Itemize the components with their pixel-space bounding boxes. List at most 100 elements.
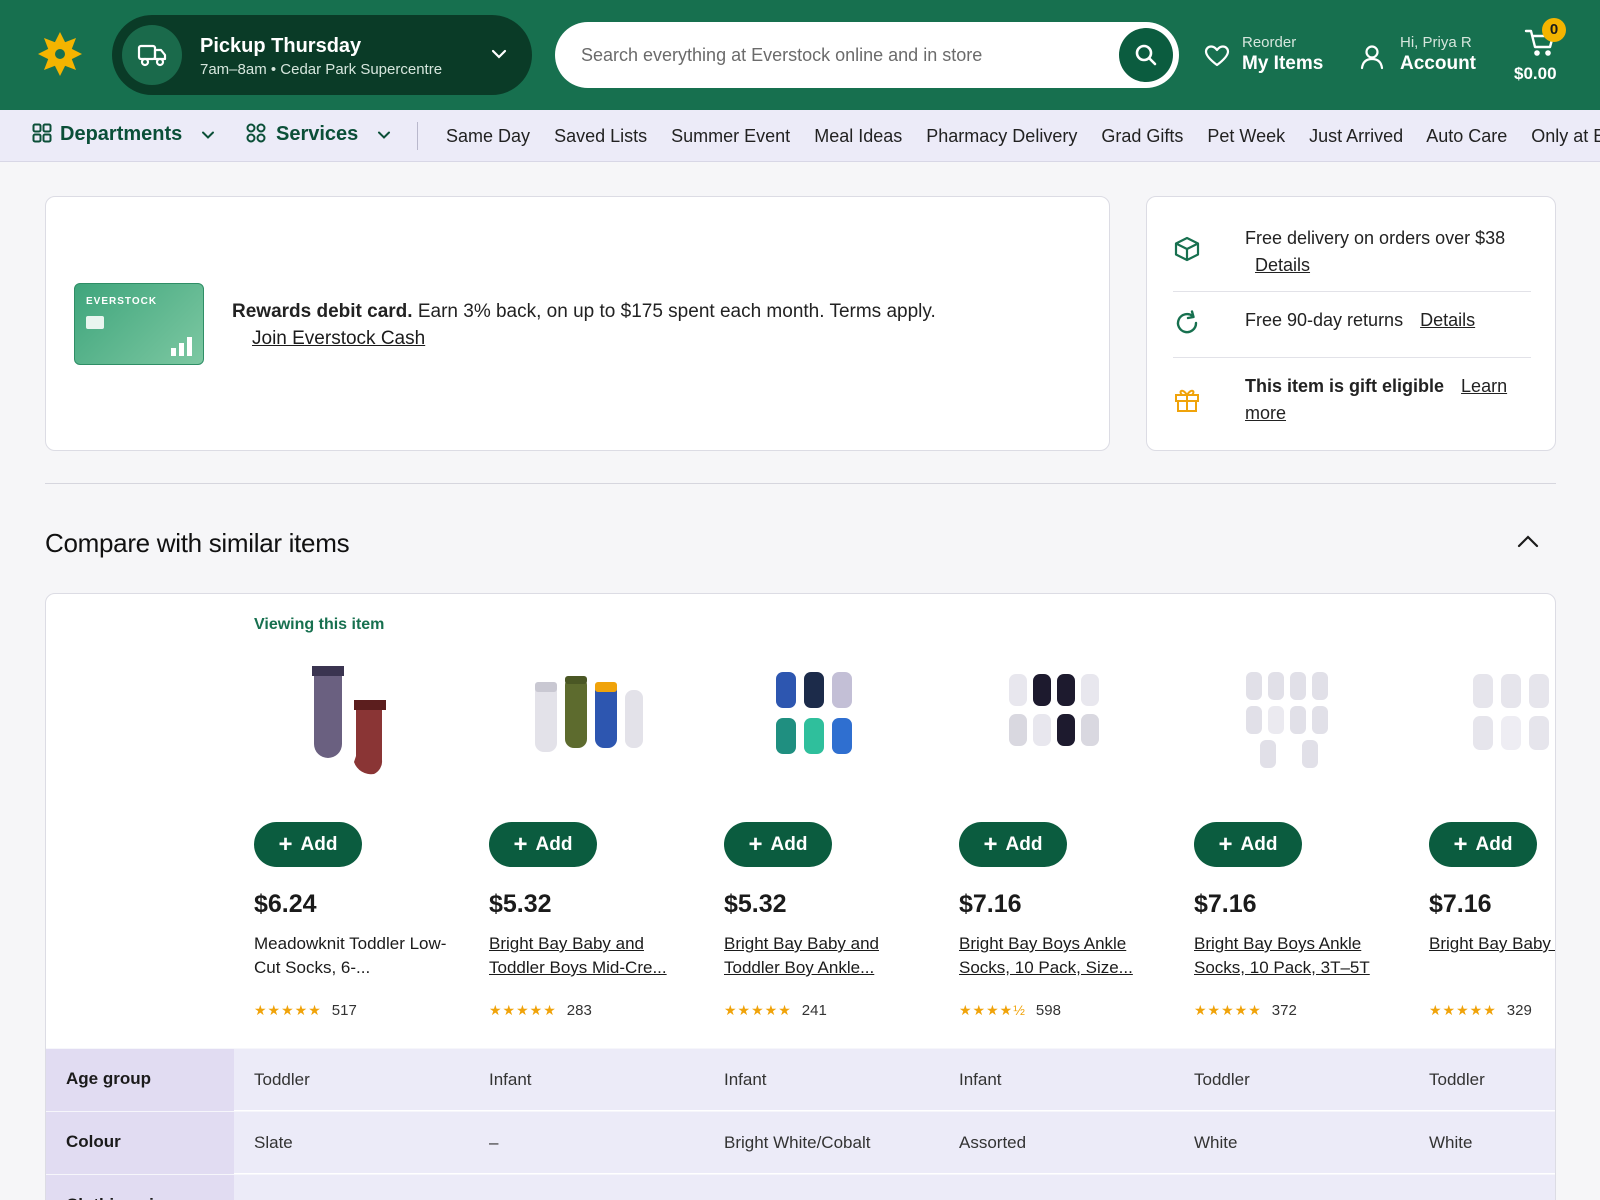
- product-image[interactable]: [1194, 654, 1394, 794]
- benefits-panel: Free delivery on orders over $38 Details…: [1146, 196, 1556, 451]
- returns-details-link[interactable]: Details: [1420, 310, 1475, 330]
- product-image[interactable]: [489, 654, 689, 794]
- product-name-link[interactable]: Bright Bay Boys Ankle Socks, 10 Pack, Si…: [959, 932, 1157, 980]
- product-name-link[interactable]: Bright Bay Baby and Toddler Boys Mid-Cre…: [489, 932, 687, 980]
- spec-value: Infant: [724, 1070, 767, 1089]
- chevron-up-icon[interactable]: [1516, 530, 1540, 554]
- review-count: 598: [1035, 1002, 1061, 1019]
- spec-value: –: [489, 1133, 499, 1152]
- pickup-title: Pickup Thursday: [200, 35, 362, 57]
- review-count: 517: [331, 1002, 357, 1019]
- add-to-cart-button[interactable]: + Add: [1429, 822, 1537, 867]
- product-price: $7.16: [959, 890, 1022, 918]
- spec-value: White: [1194, 1133, 1238, 1152]
- product-name[interactable]: Meadowknit Toddler Low-Cut Socks, 6-...: [254, 932, 452, 980]
- spec-row-age-group: Age group Toddler Infant Infant Infant T…: [46, 1048, 1555, 1111]
- nav-link-pet-week[interactable]: Pet Week: [1207, 126, 1285, 146]
- review-count: 372: [1271, 1002, 1297, 1019]
- add-label: Add: [300, 833, 338, 855]
- product-rating: ★★★★★ 241: [724, 1002, 827, 1019]
- account-label: Account: [1400, 53, 1476, 74]
- cart-count-badge: 0: [1542, 18, 1566, 42]
- nav-link-summer-event[interactable]: Summer Event: [671, 126, 790, 146]
- user-icon: [1360, 45, 1384, 70]
- rewards-banner: EVERSTOCK Rewards debit card. Earn 3% ba…: [45, 196, 1110, 451]
- nav-link-just-arrived[interactable]: Just Arrived: [1309, 126, 1403, 146]
- product-name-link[interactable]: Bright Bay Boys Ankle Socks, 10 Pack, 3T…: [1194, 932, 1392, 980]
- learn-more-link[interactable]: Learn: [1461, 376, 1507, 396]
- nav-link-same-day[interactable]: Same Day: [446, 126, 530, 146]
- spec-value: Infant: [959, 1070, 1002, 1089]
- divider: [1173, 357, 1531, 358]
- gift-eligible-row: This item is gift eligible Learn more: [1173, 373, 1533, 433]
- plus-icon: +: [983, 830, 998, 858]
- spec-label: Clothing size: [46, 1175, 234, 1200]
- spec-value: Bright White/Cobalt: [724, 1133, 871, 1152]
- add-to-cart-button[interactable]: + Add: [724, 822, 832, 867]
- grid-icon: [32, 123, 52, 143]
- free-delivery-row: Free delivery on orders over $38 Details: [1173, 225, 1533, 285]
- cart-total: $0.00: [1514, 64, 1557, 83]
- pickup-selector[interactable]: Pickup Thursday 7am–8am • Cedar Park Sup…: [112, 15, 532, 95]
- spec-value: Assorted: [959, 1133, 1027, 1152]
- learn-more-link-cont[interactable]: more: [1245, 403, 1286, 423]
- spec-value: Toddler: [1429, 1070, 1485, 1089]
- nav-link-saved-lists[interactable]: Saved Lists: [554, 126, 647, 146]
- free-returns-text: Free 90-day returns: [1245, 310, 1404, 330]
- join-cash-link[interactable]: Join Everstock Cash: [252, 328, 425, 350]
- product-image[interactable]: [1429, 654, 1556, 794]
- plus-icon: +: [278, 830, 293, 858]
- add-to-cart-button[interactable]: + Add: [1194, 822, 1302, 867]
- search-bar: [555, 22, 1179, 88]
- spec-value: White: [1429, 1133, 1473, 1152]
- reorder-my-items-link[interactable]: Reorder My Items: [1204, 34, 1323, 75]
- delivery-details-link[interactable]: Details: [1255, 255, 1310, 275]
- add-label: Add: [770, 833, 808, 855]
- star-rating-icon: ★★★★★: [489, 1002, 557, 1018]
- search-input[interactable]: [581, 34, 1101, 76]
- add-to-cart-button[interactable]: + Add: [489, 822, 597, 867]
- nav-link-meal-ideas[interactable]: Meal Ideas: [814, 126, 902, 146]
- nav-link-auto-care[interactable]: Auto Care: [1426, 126, 1507, 146]
- free-delivery-text-wrap: Free delivery on orders over $38 Details: [1245, 225, 1545, 279]
- product-price: $6.24: [254, 890, 317, 918]
- star-rating-icon: ★★★★★: [724, 1002, 792, 1018]
- cart-button[interactable]: 0 $0.00: [1508, 18, 1572, 92]
- my-items-label: My Items: [1242, 53, 1324, 74]
- plus-icon: +: [748, 830, 763, 858]
- product-image[interactable]: [254, 654, 454, 794]
- add-to-cart-button[interactable]: + Add: [959, 822, 1067, 867]
- departments-dropdown[interactable]: Departments: [32, 123, 216, 146]
- free-delivery-text: Free delivery on orders over $38: [1245, 228, 1506, 248]
- everstock-logo-icon[interactable]: [36, 30, 84, 78]
- chevron-down-icon: [491, 49, 507, 59]
- product-name-link[interactable]: Bright Bay Baby Toddler Crew So: [1429, 932, 1555, 956]
- add-label: Add: [1475, 833, 1513, 855]
- account-link[interactable]: Hi, Priya R Account: [1360, 34, 1476, 75]
- product-rating: ★★★★★ 329: [1429, 1002, 1532, 1019]
- product-image[interactable]: [959, 654, 1159, 794]
- box-icon: [1174, 236, 1200, 262]
- search-icon: [1135, 44, 1157, 66]
- services-dropdown[interactable]: Services: [246, 123, 392, 146]
- gift-text-wrap: This item is gift eligible Learn more: [1245, 373, 1545, 427]
- spec-value: Slate: [254, 1133, 293, 1152]
- nav-link-only-at-everstock[interactable]: Only at Everst: [1531, 126, 1600, 146]
- add-label: Add: [1005, 833, 1043, 855]
- review-count: 283: [566, 1002, 592, 1019]
- nav-link-grad-gifts[interactable]: Grad Gifts: [1101, 126, 1183, 146]
- product-name-link[interactable]: Bright Bay Baby and Toddler Boy Ankle...: [724, 932, 922, 980]
- product-price: $7.16: [1429, 890, 1492, 918]
- plus-icon: +: [1218, 830, 1233, 858]
- nav-link-pharmacy-delivery[interactable]: Pharmacy Delivery: [926, 126, 1077, 146]
- search-button[interactable]: [1119, 28, 1173, 82]
- plus-icon: +: [1453, 830, 1468, 858]
- nav-divider: [417, 122, 418, 150]
- spec-value: Toddler: [254, 1070, 310, 1089]
- product-price: $5.32: [489, 890, 552, 918]
- add-to-cart-button[interactable]: + Add: [254, 822, 362, 867]
- product-image[interactable]: [724, 654, 924, 794]
- card-brand: EVERSTOCK: [86, 296, 158, 307]
- add-label: Add: [535, 833, 573, 855]
- compare-section-title: Compare with similar items: [45, 528, 350, 558]
